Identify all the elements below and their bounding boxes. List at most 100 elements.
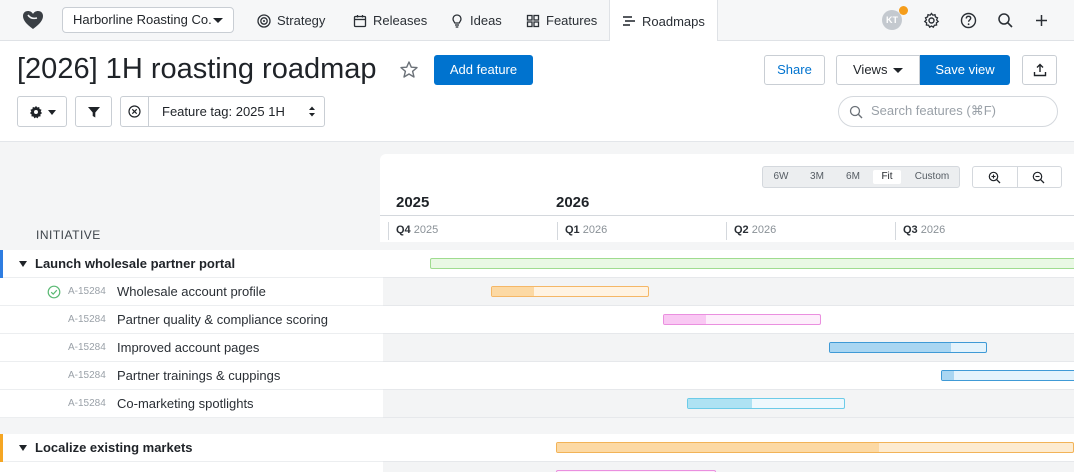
progress-fill [492, 287, 534, 296]
views-button[interactable]: Views [836, 55, 920, 85]
column-header-label: INITIATIVE [36, 228, 101, 242]
tab-label: Ideas [470, 13, 502, 28]
feature-bar[interactable] [663, 314, 821, 325]
feature-name[interactable]: Wholesale account profile [117, 278, 266, 306]
feature-name[interactable]: Partner quality & compliance scoring [117, 306, 328, 334]
zoom-3m[interactable]: 3M [803, 170, 831, 184]
help-icon[interactable] [960, 12, 977, 29]
roadmap-icon [623, 16, 635, 26]
quarter-year: 2026 [582, 224, 608, 236]
save-view-button[interactable]: Save view [920, 55, 1010, 85]
timeline-row [383, 434, 1074, 462]
feature-id: A-15284 [68, 398, 106, 409]
feature-bar[interactable] [829, 342, 987, 353]
search-input[interactable] [871, 103, 1051, 118]
zoom-6w[interactable]: 6W [767, 170, 795, 184]
export-button[interactable] [1022, 55, 1057, 85]
lightbulb-icon [452, 13, 462, 28]
initiative-name: Localize existing markets [35, 440, 193, 455]
zoom-controls [972, 166, 1062, 188]
zoom-in-icon[interactable] [988, 171, 1001, 184]
feature-name[interactable]: Improved account pages [117, 334, 259, 362]
initiative-bar[interactable] [556, 442, 1074, 453]
workspace-select[interactable]: Harborline Roasting Co. [62, 7, 234, 33]
plus-icon[interactable] [1033, 12, 1050, 29]
tab-roadmaps[interactable]: Roadmaps [609, 0, 718, 42]
grid-icon [526, 14, 540, 27]
initiative-row[interactable]: Localize existing markets [0, 434, 383, 462]
tab-strategy[interactable]: Strategy [257, 0, 325, 41]
zoom-6m[interactable]: 6M [839, 170, 867, 184]
zoom-out-icon[interactable] [1032, 171, 1045, 184]
feature-name[interactable]: Co-marketing spotlights [117, 390, 254, 418]
target-icon [257, 13, 271, 28]
progress-fill [942, 371, 954, 380]
quarter-year: 2026 [751, 224, 777, 236]
close-circle-icon [128, 105, 141, 118]
search-icon[interactable] [997, 12, 1014, 29]
quarter-label: Q4 2025 [388, 222, 438, 240]
gear-icon[interactable] [923, 12, 940, 29]
feature-bar[interactable] [687, 398, 845, 409]
initiative-color-accent [0, 250, 3, 278]
initiative-row[interactable]: Launch wholesale partner portal [0, 250, 383, 278]
feature-row[interactable]: A-15284 Partner quality & compliance sco… [0, 306, 383, 334]
feature-bar[interactable] [491, 286, 649, 297]
initiative-name: Launch wholesale partner portal [35, 256, 236, 271]
zoom-fit[interactable]: Fit [873, 170, 901, 184]
search-features[interactable] [838, 96, 1058, 127]
quarter-name: Q2 [734, 224, 749, 236]
feature-tag-filter[interactable]: Feature tag: 2025 1H [120, 96, 325, 127]
tab-features[interactable]: Features [526, 0, 597, 41]
add-feature-button[interactable]: Add feature [434, 55, 533, 85]
feature-row[interactable]: A-15284 Partner trainings & cuppings [0, 362, 383, 390]
calendar-icon [353, 14, 367, 27]
collapse-icon[interactable] [19, 261, 27, 267]
page-header: [2026] 1H roasting roadmap Add feature S… [0, 41, 1074, 142]
timeline-row [383, 334, 1074, 362]
quarter-name: Q1 [565, 224, 580, 236]
feature-row[interactable] [0, 462, 383, 472]
initiative-bar[interactable] [430, 258, 1074, 269]
filter-button[interactable] [75, 96, 112, 127]
workspace-name: Harborline Roasting Co. [73, 12, 212, 27]
quarter-year: 2025 [413, 224, 439, 236]
search-icon [849, 105, 863, 119]
collapse-icon[interactable] [19, 445, 27, 451]
year-label: 2026 [556, 194, 590, 211]
settings-dropdown-button[interactable] [17, 96, 67, 127]
notification-dot [899, 6, 908, 15]
divider [380, 215, 1074, 216]
timeline-row [383, 362, 1074, 390]
page-title: [2026] 1H roasting roadmap [17, 53, 377, 85]
timeline-row [383, 390, 1074, 418]
feature-bar[interactable] [941, 370, 1074, 381]
feature-id: A-15284 [68, 286, 106, 297]
feature-row[interactable]: A-15284 Co-marketing spotlights [0, 390, 383, 418]
section-gap [0, 418, 1074, 434]
tab-ideas[interactable]: Ideas [450, 0, 502, 41]
feature-id: A-15284 [68, 314, 106, 325]
year-label: 2025 [396, 194, 430, 211]
feature-row[interactable]: A-15284 Wholesale account profile [0, 278, 383, 306]
quarter-name: Q3 [903, 224, 918, 236]
logo-icon[interactable] [22, 10, 44, 30]
timeline-row [383, 278, 1074, 306]
tab-releases[interactable]: Releases [353, 0, 427, 41]
quarter-label: Q3 2026 [895, 222, 945, 240]
upload-icon [1033, 63, 1047, 77]
share-button[interactable]: Share [764, 55, 825, 85]
tab-label: Releases [373, 13, 428, 28]
clear-filter-button[interactable] [121, 97, 149, 126]
initiative-column-header: INITIATIVE [0, 142, 380, 250]
feature-name[interactable]: Partner trainings & cuppings [117, 362, 280, 390]
feature-row[interactable]: A-15284 Improved account pages [0, 334, 383, 362]
tab-label: Roadmaps [642, 13, 705, 29]
zoom-presets: 6W 3M 6M Fit Custom [762, 166, 960, 188]
chevron-down-icon [213, 18, 223, 23]
zoom-custom[interactable]: Custom [907, 170, 957, 184]
progress-fill [688, 399, 752, 408]
quarter-year: 2026 [920, 224, 946, 236]
quarter-label: Q1 2026 [557, 222, 607, 240]
star-icon[interactable] [399, 60, 419, 80]
